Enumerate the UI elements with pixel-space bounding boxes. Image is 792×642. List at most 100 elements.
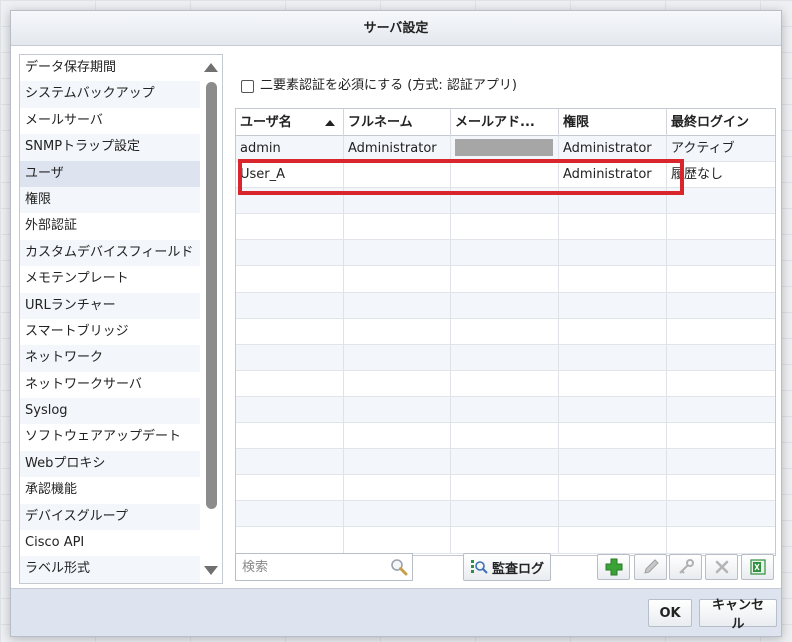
table-row[interactable]: [236, 370, 775, 397]
column-header-email[interactable]: メールアド...: [451, 109, 559, 136]
pencil-icon: [643, 559, 659, 574]
search-icon[interactable]: [390, 558, 408, 580]
cell-last-login: [667, 527, 775, 553]
cell-last-login: [667, 319, 775, 345]
nav-item[interactable]: 権限: [20, 186, 200, 214]
column-header-fullname[interactable]: フルネーム: [344, 109, 451, 136]
nav-item[interactable]: ネットワーク: [20, 345, 200, 372]
two-factor-checkbox[interactable]: [241, 79, 254, 93]
table-row[interactable]: admin Administrator Administrator アクティブ: [236, 136, 775, 163]
reset-password-button[interactable]: [669, 554, 702, 580]
cell-fullname: [344, 475, 451, 502]
nav-item[interactable]: ユーザ: [20, 160, 200, 187]
search-input[interactable]: [236, 554, 381, 580]
cell-role: [559, 501, 667, 528]
scroll-thumb[interactable]: [206, 82, 217, 509]
nav-item[interactable]: データ保存期間: [20, 55, 200, 81]
table-row[interactable]: [236, 449, 775, 476]
edit-user-button[interactable]: [634, 554, 667, 580]
nav-item[interactable]: システムバックアップ: [20, 81, 200, 108]
cell-role: [559, 214, 667, 241]
search-box[interactable]: [235, 553, 413, 581]
cell-fullname: [344, 344, 451, 371]
cell-fullname: Administrator: [344, 136, 451, 162]
table-row[interactable]: User_A Administrator 履歴なし: [236, 162, 775, 189]
excel-icon: [749, 559, 766, 575]
delete-x-icon: [715, 560, 728, 574]
nav-item[interactable]: 承認機能: [20, 477, 200, 503]
delete-user-button[interactable]: [705, 554, 738, 580]
nav-item[interactable]: ラベル形式: [20, 556, 200, 583]
users-table: ユーザ名 フルネーム メールアド... 権限 最終ログイン admin Admin…: [235, 108, 776, 556]
cell-username: [236, 449, 344, 476]
cell-username: [236, 240, 344, 267]
cell-last-login: [667, 501, 775, 527]
table-row[interactable]: [236, 527, 775, 554]
cell-role: [559, 423, 667, 450]
scroll-up-icon[interactable]: [204, 63, 218, 72]
two-factor-label: 二要素認証を必須にする (方式: 認証アプリ): [260, 78, 517, 93]
export-excel-button[interactable]: [741, 554, 774, 580]
cell-last-login: [667, 397, 775, 423]
cell-username: [236, 475, 344, 502]
nav-item[interactable]: メモテンプレート: [20, 266, 200, 292]
audit-log-button[interactable]: 監査ログ: [463, 553, 551, 581]
nav-item[interactable]: Cisco API: [20, 530, 200, 556]
cell-email: [451, 318, 559, 345]
cell-role: [559, 527, 667, 554]
table-row[interactable]: [236, 396, 775, 424]
nav-item[interactable]: カスタムデバイスフィールド: [20, 239, 200, 267]
nav-item[interactable]: SNMPトラップ設定: [20, 134, 200, 161]
two-factor-option[interactable]: 二要素認証を必須にする (方式: 認証アプリ): [241, 77, 517, 95]
cell-fullname: [344, 214, 451, 241]
nav-item[interactable]: スマートブリッジ: [20, 319, 200, 345]
cell-role: [559, 266, 667, 293]
plus-icon: [605, 558, 622, 576]
cell-email: [451, 423, 559, 450]
nav-item[interactable]: Webプロキシ: [20, 450, 200, 478]
nav-item[interactable]: Syslog: [20, 398, 200, 425]
nav-item[interactable]: ソフトウェアアップデート: [20, 424, 200, 450]
cell-fullname: [344, 501, 451, 528]
ok-button[interactable]: OK: [648, 599, 692, 627]
table-row[interactable]: [236, 475, 775, 502]
cancel-button[interactable]: キャンセル: [699, 598, 777, 632]
cell-fullname: [344, 370, 451, 397]
nav-item[interactable]: ネットワークサーバ: [20, 372, 200, 398]
cell-fullname: [344, 318, 451, 345]
table-row[interactable]: [236, 188, 775, 215]
nav-item[interactable]: 外部認証: [20, 213, 200, 239]
cell-username: [236, 501, 344, 528]
users-table-header: ユーザ名 フルネーム メールアド... 権限 最終ログイン: [236, 109, 775, 136]
table-row[interactable]: [236, 318, 775, 345]
table-row[interactable]: [236, 240, 775, 267]
cell-fullname: [344, 423, 451, 450]
cell-fullname: [344, 188, 451, 215]
table-row[interactable]: [236, 292, 775, 319]
cell-username: admin: [236, 136, 344, 162]
cell-username: [236, 370, 344, 397]
add-user-button[interactable]: [597, 554, 630, 580]
table-row[interactable]: [236, 344, 775, 371]
cell-role: [559, 292, 667, 319]
nav-scrollbar[interactable]: [200, 55, 222, 583]
table-row[interactable]: [236, 501, 775, 528]
nav-item[interactable]: URLランチャー: [20, 292, 200, 319]
cell-username: [236, 292, 344, 319]
nav-item[interactable]: デバイスグループ: [20, 503, 200, 531]
column-header-username[interactable]: ユーザ名: [236, 109, 344, 136]
cell-last-login: [667, 240, 775, 266]
column-header-last-login[interactable]: 最終ログイン: [667, 109, 775, 136]
cell-last-login: [667, 188, 775, 214]
cell-last-login: 履歴なし: [671, 167, 724, 183]
table-row[interactable]: [236, 266, 775, 293]
cell-username: User_A: [236, 162, 344, 189]
nav-item[interactable]: メールサーバ: [20, 108, 200, 134]
scroll-down-icon[interactable]: [204, 566, 218, 575]
table-row[interactable]: [236, 423, 775, 450]
column-header-role[interactable]: 権限: [559, 109, 667, 136]
audit-log-icon: [471, 560, 488, 574]
table-row[interactable]: [236, 214, 775, 241]
cell-fullname: [344, 396, 451, 423]
cell-email: [451, 527, 559, 554]
